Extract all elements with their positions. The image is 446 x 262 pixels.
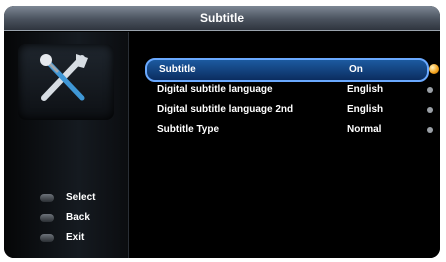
menu-item-label: Digital subtitle language bbox=[157, 84, 273, 95]
select-key-icon bbox=[40, 194, 54, 202]
menu-panel: Subtitle On Digital subtitle language En… bbox=[129, 32, 440, 258]
option-indicator-icon bbox=[427, 127, 433, 133]
menu-item-digital-subtitle-language-2nd[interactable]: Digital subtitle language 2nd English bbox=[145, 100, 433, 120]
legend-select-label: Select bbox=[66, 192, 96, 203]
menu-item-label: Subtitle Type bbox=[157, 124, 220, 135]
exit-key-icon bbox=[40, 234, 54, 242]
window-title: Subtitle bbox=[4, 6, 440, 31]
left-panel: Select Back Exit bbox=[4, 32, 129, 258]
back-key-icon bbox=[40, 214, 54, 222]
menu-item-value: On bbox=[349, 64, 363, 75]
menu-item-value: English bbox=[347, 104, 384, 115]
osd-window: Subtitle Select Back Exit Subtitle On Di… bbox=[4, 6, 440, 258]
legend-exit-label: Exit bbox=[66, 232, 85, 243]
menu-item-digital-subtitle-language[interactable]: Digital subtitle language English bbox=[145, 80, 433, 100]
menu-item-subtitle-type[interactable]: Subtitle Type Normal bbox=[145, 120, 433, 140]
menu-item-value: Normal bbox=[347, 124, 382, 135]
menu-item-value: English bbox=[347, 84, 384, 95]
wrench-screwdriver-icon bbox=[40, 54, 88, 101]
menu-item-label: Subtitle bbox=[159, 64, 196, 75]
menu-item-subtitle[interactable]: Subtitle On bbox=[145, 58, 439, 82]
option-indicator-icon bbox=[427, 87, 433, 93]
selection-indicator-icon bbox=[429, 64, 439, 74]
option-indicator-icon bbox=[427, 107, 433, 113]
menu-item-label: Digital subtitle language 2nd bbox=[157, 104, 294, 115]
legend-back-label: Back bbox=[66, 212, 90, 223]
